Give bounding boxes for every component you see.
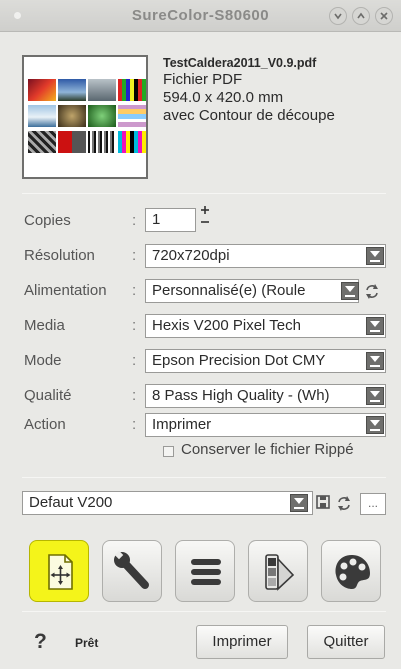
file-type: Fichier PDF [163,71,243,88]
action-select[interactable]: Imprimer [145,413,386,437]
separator [22,611,386,612]
preset-more-button[interactable]: ... [360,493,386,515]
feed-refresh-icon[interactable] [364,282,380,303]
mode-dropdown-icon[interactable] [366,352,384,370]
maximize-button[interactable] [352,7,370,25]
chevron-down-icon [334,13,342,20]
preset-refresh-icon[interactable] [336,494,352,515]
resolution-select[interactable]: 720x720dpi [145,244,386,268]
resolution-dropdown-icon[interactable] [366,247,384,265]
media-value: Hexis V200 Pixel Tech [152,317,301,334]
preset-value: Defaut V200 [29,494,113,511]
close-icon [380,12,388,20]
keep-ripped-label: Conserver le fichier Rippé [181,441,354,458]
file-thumbnail [22,55,148,179]
resolution-label: Résolution [24,247,95,264]
help-icon[interactable]: ? [34,630,47,654]
status-text: Prêt [75,636,99,650]
chevron-up-icon [357,12,365,19]
quit-button[interactable]: Quitter [307,625,385,659]
save-icon [316,495,330,509]
resolution-colon: : [132,247,137,264]
mode-select[interactable]: Epson Precision Dot CMY [145,349,386,373]
mode-value: Epson Precision Dot CMY [152,352,326,369]
tool-queue-button[interactable] [175,540,235,602]
palette-icon [335,555,370,589]
preset-select[interactable]: Defaut V200 [22,491,313,515]
file-size: 594.0 x 420.0 mm [163,89,284,106]
media-dropdown-icon[interactable] [366,317,384,335]
quality-label: Qualité [24,387,72,404]
refresh-icon [366,284,378,299]
quality-colon: : [132,387,137,404]
file-name: TestCaldera2011_V0.9.pdf [163,56,317,70]
list-icon [191,559,221,585]
copies-input[interactable]: 1 [145,208,196,232]
minimize-button[interactable] [329,7,347,25]
dropdown-arrow-icon [370,420,380,426]
dropdown-arrow-icon [294,498,304,504]
feed-label: Alimentation [24,282,107,299]
feed-value: Personnalisé(e) (Roule [152,282,306,299]
tool-palette-button[interactable] [321,540,381,602]
separator [22,477,386,478]
quality-value: 8 Pass High Quality - (Wh) [152,387,330,404]
feed-select[interactable]: Personnalisé(e) (Roule [145,279,359,303]
title-bar: SureColor-S80600 [0,0,401,32]
action-dropdown-icon[interactable] [366,416,384,434]
media-select[interactable]: Hexis V200 Pixel Tech [145,314,386,338]
dropdown-arrow-icon [345,286,355,292]
action-label: Action [24,416,66,433]
dropdown-arrow-icon [370,321,380,327]
feed-dropdown-icon[interactable] [341,282,359,300]
layout-icon [48,554,73,590]
mode-label: Mode [24,352,62,369]
preset-dropdown-icon[interactable] [290,494,308,512]
action-colon: : [132,416,137,433]
tool-settings-button[interactable] [102,540,162,602]
keep-ripped-checkbox[interactable] [163,446,174,457]
stepper-arrows-icon [201,206,209,223]
dropdown-arrow-icon [370,251,380,257]
dropdown-arrow-icon [370,356,380,362]
print-button[interactable]: Imprimer [196,625,288,659]
separator [22,193,386,194]
quality-dropdown-icon[interactable] [366,387,384,405]
tool-layout-button[interactable] [29,540,89,602]
mode-colon: : [132,352,137,369]
dropdown-arrow-icon [370,391,380,397]
feed-colon: : [132,282,137,299]
media-label: Media [24,317,65,334]
copies-label: Copies [24,212,71,229]
refresh-icon [338,496,350,511]
action-value: Imprimer [152,416,212,433]
wrench-icon [114,550,149,589]
close-button[interactable] [375,7,393,25]
copies-stepper[interactable] [200,204,210,229]
file-info: TestCaldera2011_V0.9.pdf Fichier PDF 594… [163,56,335,124]
file-cut-contour: avec Contour de découpe [163,107,335,124]
media-colon: : [132,317,137,334]
copies-colon: : [132,212,137,229]
preset-save-icon[interactable] [316,494,330,513]
color-swatch-icon [265,554,295,591]
tool-color-swatch-button[interactable] [248,540,308,602]
quality-select[interactable]: 8 Pass High Quality - (Wh) [145,384,386,408]
resolution-value: 720x720dpi [152,247,230,264]
